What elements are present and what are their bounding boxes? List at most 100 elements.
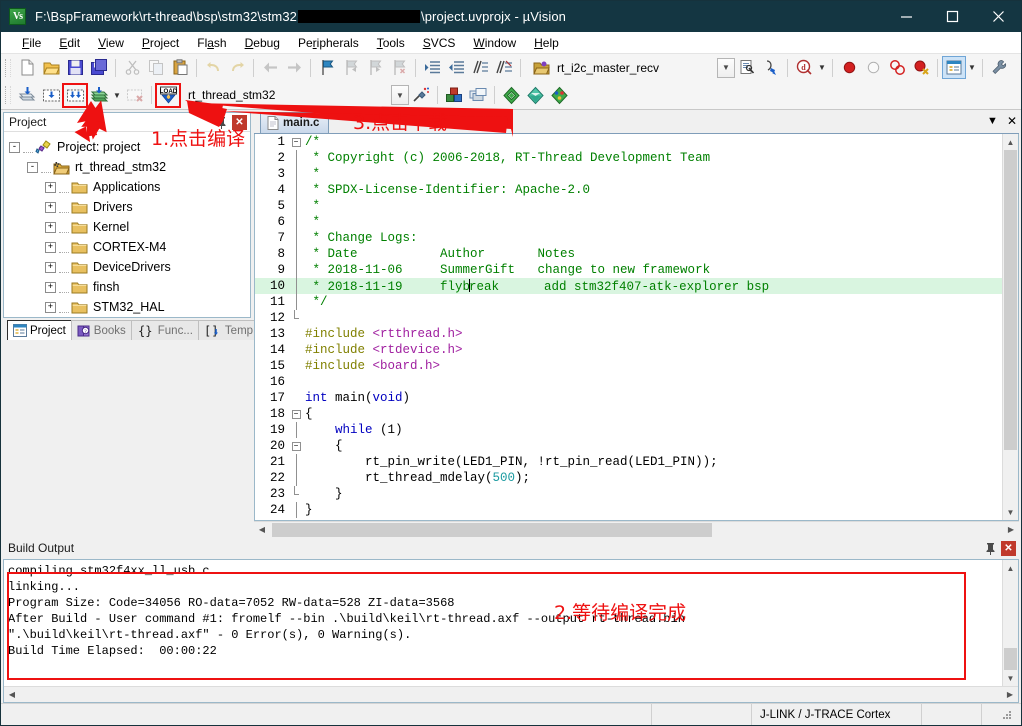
editor-tab-main-c[interactable]: main.c <box>260 112 329 133</box>
code-line[interactable]: 2 * Copyright (c) 2006-2018, RT-Thread D… <box>255 150 1002 166</box>
menu-svcs[interactable]: SVCS <box>414 34 465 52</box>
code-line[interactable]: 25 <box>255 518 1002 520</box>
function-search-combo[interactable]: rt_i2c_master_recv <box>529 57 717 78</box>
scroll-track[interactable] <box>1003 576 1018 670</box>
fold-marker[interactable]: − <box>289 138 303 147</box>
chevron-down-icon[interactable]: ▼ <box>987 115 998 127</box>
status-resize-grip[interactable] <box>981 704 1021 725</box>
minimize-button[interactable] <box>883 1 929 32</box>
navigate-back-icon[interactable] <box>258 56 282 79</box>
tree-collapse-toggle[interactable]: - <box>27 162 38 173</box>
code-line[interactable]: 6 * <box>255 214 1002 230</box>
code-line[interactable]: 17int main(void) <box>255 390 1002 406</box>
insert-breakpoint-icon[interactable] <box>837 56 861 79</box>
comment-icon[interactable] <box>468 56 492 79</box>
code-line[interactable]: 12 <box>255 310 1002 326</box>
code-line[interactable]: 22 rt_thread_mdelay(500); <box>255 470 1002 486</box>
project-tree[interactable]: -Project: project-rt_thread_stm32+Applic… <box>4 132 250 317</box>
menu-view[interactable]: View <box>89 34 133 52</box>
code-line[interactable]: 14#include <rtdevice.h> <box>255 342 1002 358</box>
tree-item-stm32-hal[interactable]: +STM32_HAL <box>9 297 250 317</box>
menu-project[interactable]: Project <box>133 34 188 52</box>
scroll-left-arrow[interactable]: ◀ <box>4 687 20 703</box>
options-for-target-icon[interactable] <box>547 84 571 107</box>
target-value[interactable]: rt_thread_stm32 <box>186 88 391 102</box>
menu-window[interactable]: Window <box>464 34 525 52</box>
tree-expand-toggle[interactable]: + <box>45 242 56 253</box>
tree-item-project-project[interactable]: -Project: project <box>9 137 250 157</box>
code-line[interactable]: 13#include <rtthread.h> <box>255 326 1002 342</box>
panel-tab-func[interactable]: {}Func... <box>131 320 199 340</box>
menu-flash[interactable]: Flash <box>188 34 235 52</box>
kill-all-breakpoints-icon[interactable] <box>909 56 933 79</box>
batch-build-icon[interactable] <box>87 84 111 107</box>
find-next-icon[interactable] <box>759 56 783 79</box>
tree-item-rt-thread-stm32[interactable]: -rt_thread_stm32 <box>9 157 250 177</box>
code-line[interactable]: 11 */ <box>255 294 1002 310</box>
tree-item-drivers[interactable]: +Drivers <box>9 197 250 217</box>
code-line[interactable]: 9 * 2018-11-06 SummerGift change to new … <box>255 262 1002 278</box>
menu-help[interactable]: Help <box>525 34 568 52</box>
rebuild-all-icon[interactable] <box>63 84 87 107</box>
scroll-down-arrow[interactable]: ▼ <box>1003 504 1018 520</box>
configure-debug-icon[interactable]: d <box>792 56 816 79</box>
build-vertical-scrollbar[interactable]: ▲ ▼ <box>1002 560 1018 686</box>
stop-build-icon[interactable] <box>123 84 147 107</box>
close-icon[interactable]: ✕ <box>232 115 247 130</box>
build-file-icon[interactable] <box>39 84 63 107</box>
tree-item-applications[interactable]: +Applications <box>9 177 250 197</box>
code-editor[interactable]: 1−/*2 * Copyright (c) 2006-2018, RT-Thre… <box>255 134 1002 520</box>
browse-symbols-icon[interactable] <box>529 56 553 79</box>
find-in-files-icon[interactable] <box>735 56 759 79</box>
panel-tab-project[interactable]: Project <box>7 320 72 340</box>
build-output-text[interactable]: compiling stm32f4xx_ll_usb.c...linking..… <box>4 560 1002 686</box>
bookmark-toggle-icon[interactable] <box>315 56 339 79</box>
cut-icon[interactable] <box>120 56 144 79</box>
code-line[interactable]: 18−{ <box>255 406 1002 422</box>
target-options-icon[interactable] <box>409 84 433 107</box>
undo-icon[interactable] <box>201 56 225 79</box>
manage-project-items-icon[interactable] <box>442 84 466 107</box>
build-horizontal-scrollbar[interactable]: ◀ ▶ <box>4 686 1018 702</box>
navigate-forward-icon[interactable] <box>282 56 306 79</box>
project-window-toggle-icon[interactable] <box>942 56 966 79</box>
tree-expand-toggle[interactable]: + <box>45 302 56 313</box>
hscroll-track[interactable] <box>270 522 1003 538</box>
code-line[interactable]: 4 * SPDX-License-Identifier: Apache-2.0 <box>255 182 1002 198</box>
scroll-up-arrow[interactable]: ▲ <box>1003 560 1018 576</box>
code-line[interactable]: 3 * <box>255 166 1002 182</box>
open-file-icon[interactable] <box>39 56 63 79</box>
scroll-track[interactable] <box>1003 150 1018 504</box>
bookmark-prev-icon[interactable] <box>339 56 363 79</box>
toolbar-grip[interactable] <box>5 59 11 77</box>
editor-vertical-scrollbar[interactable]: ▲ ▼ <box>1002 134 1018 520</box>
redo-icon[interactable] <box>225 56 249 79</box>
save-icon[interactable] <box>63 56 87 79</box>
function-combo-arrow[interactable]: ▼ <box>717 58 735 78</box>
tree-expand-toggle[interactable]: + <box>45 202 56 213</box>
scroll-left-arrow[interactable]: ◀ <box>254 522 270 538</box>
scroll-right-arrow[interactable]: ▶ <box>1003 522 1019 538</box>
code-line[interactable]: 15#include <board.h> <box>255 358 1002 374</box>
code-line[interactable]: 24} <box>255 502 1002 518</box>
tree-item-kernel[interactable]: +Kernel <box>9 217 250 237</box>
code-line[interactable]: 7 * Change Logs: <box>255 230 1002 246</box>
code-line[interactable]: 8 * Date Author Notes <box>255 246 1002 262</box>
tree-expand-toggle[interactable]: + <box>45 182 56 193</box>
menu-debug[interactable]: Debug <box>236 34 289 52</box>
pack-installer-icon[interactable] <box>499 84 523 107</box>
save-all-icon[interactable] <box>87 56 111 79</box>
tree-item-devicedrivers[interactable]: +DeviceDrivers <box>9 257 250 277</box>
disable-breakpoint-icon[interactable] <box>861 56 885 79</box>
translate-file-icon[interactable] <box>15 84 39 107</box>
code-line[interactable]: 19 while (1) <box>255 422 1002 438</box>
close-button[interactable] <box>975 1 1021 32</box>
manage-rte-icon[interactable] <box>523 84 547 107</box>
code-line[interactable]: 5 * <box>255 198 1002 214</box>
fold-marker[interactable]: − <box>289 410 303 419</box>
toolbar-grip[interactable] <box>5 86 11 104</box>
target-combo-arrow[interactable]: ▼ <box>391 85 409 105</box>
code-line[interactable]: 23 } <box>255 486 1002 502</box>
code-line[interactable]: 16 <box>255 374 1002 390</box>
function-name-value[interactable]: rt_i2c_master_recv <box>553 61 717 75</box>
